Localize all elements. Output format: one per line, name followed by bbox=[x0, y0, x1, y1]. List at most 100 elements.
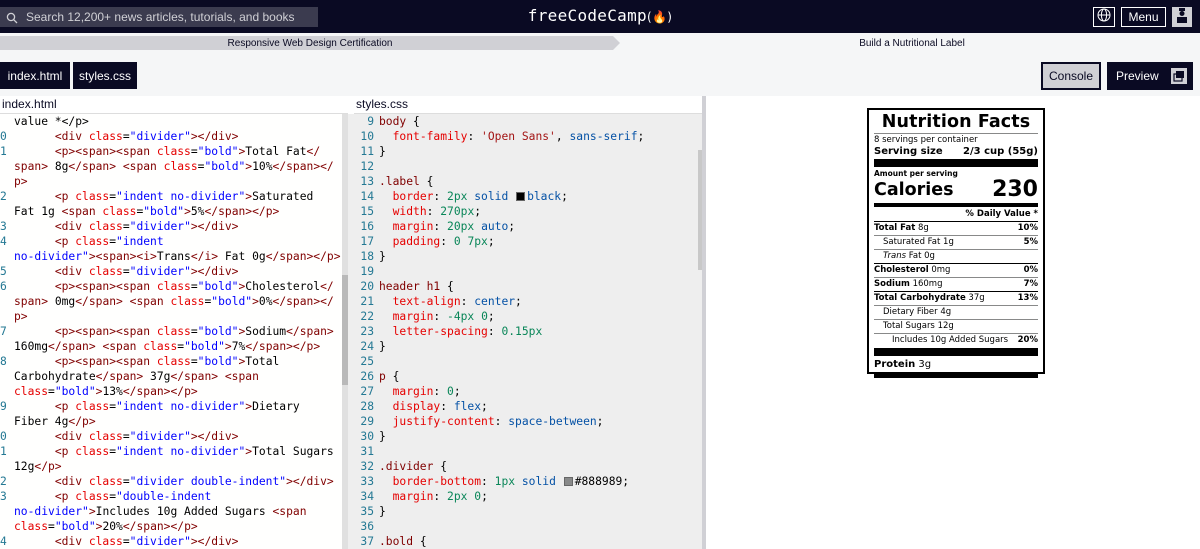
code-text: } bbox=[379, 504, 386, 519]
code-token: "divider" bbox=[129, 430, 191, 443]
line-number: 19 bbox=[360, 265, 374, 278]
code-token: "indent no-divider" bbox=[116, 445, 246, 458]
code-token: 2px bbox=[447, 490, 468, 503]
code-token: font-family bbox=[392, 130, 468, 143]
code-token: Total bbox=[245, 355, 280, 368]
calories-value: 230 bbox=[992, 177, 1038, 202]
label-title: Nutrition Facts bbox=[881, 112, 1031, 132]
line-number: 5 bbox=[0, 265, 7, 278]
code-text: <div class="divider"></div> bbox=[14, 534, 239, 549]
code-token: p bbox=[379, 370, 386, 383]
flame-icon: (🔥) bbox=[646, 10, 673, 24]
line-number: 15 bbox=[360, 205, 374, 218]
html-editor[interactable]: value *</p> 0 <div class="divider"></div>… bbox=[0, 114, 342, 549]
label-thick-bar bbox=[874, 159, 1038, 167]
code-text: } bbox=[379, 249, 386, 264]
color-swatch-icon[interactable] bbox=[563, 477, 573, 486]
line-number: 23 bbox=[360, 325, 374, 338]
code-token: </ bbox=[320, 280, 334, 293]
code-token: class bbox=[75, 445, 110, 458]
code-token: 7px bbox=[467, 235, 488, 248]
popout-icon[interactable] bbox=[1171, 68, 1187, 84]
code-token: 0.15px bbox=[501, 325, 543, 338]
code-token: "bold" bbox=[184, 340, 225, 353]
code-token: Dietary bbox=[252, 400, 300, 413]
line-number: 11 bbox=[360, 145, 374, 158]
code-token: } bbox=[379, 505, 386, 518]
code-token: 2px bbox=[447, 190, 468, 203]
code-token: </span></ bbox=[272, 160, 334, 173]
search-input[interactable]: Search 12,200+ news articles, tutorials,… bbox=[0, 7, 318, 27]
nutrient-bold-label: Sodium bbox=[874, 279, 910, 289]
tab-styles-css[interactable]: styles.css bbox=[73, 62, 137, 89]
console-button[interactable]: Console bbox=[1041, 62, 1101, 90]
code-text: .label { bbox=[379, 174, 433, 189]
code-token: display bbox=[392, 400, 441, 413]
label-divider bbox=[874, 235, 1038, 236]
nutrient-row: Total Sugars 12g bbox=[874, 321, 1038, 332]
code-token: ></div> bbox=[190, 130, 239, 143]
code-text: margin: -4px 0; bbox=[379, 309, 495, 324]
nutrient-amount: 0mg bbox=[928, 265, 951, 275]
breadcrumb: Responsive Web Design Certification Buil… bbox=[0, 33, 1200, 53]
code-token: solid bbox=[474, 190, 509, 203]
line-number: 24 bbox=[360, 340, 374, 353]
line-number: 35 bbox=[360, 505, 374, 518]
code-token: Fat 0g bbox=[218, 250, 266, 263]
code-token: no-divider" bbox=[14, 505, 89, 518]
code-token: </span> bbox=[68, 160, 117, 173]
code-token: margin bbox=[392, 490, 434, 503]
breadcrumb-certification[interactable]: Responsive Web Design Certification bbox=[0, 36, 620, 50]
code-token: 160mg bbox=[14, 340, 49, 353]
code-text: p> bbox=[14, 174, 28, 189]
label-thick-bar bbox=[874, 348, 1038, 356]
code-token: padding bbox=[392, 235, 441, 248]
code-token: Saturated bbox=[252, 190, 314, 203]
nutrient-percent: 13% bbox=[1017, 293, 1038, 303]
avatar[interactable] bbox=[1172, 7, 1192, 27]
code-token: "bold" bbox=[54, 520, 96, 533]
code-text: <p class="indent no-divider">Saturated bbox=[14, 189, 314, 204]
code-token: "bold" bbox=[197, 355, 239, 368]
code-token: <div bbox=[54, 220, 89, 233]
code-text: <p class="indent bbox=[14, 234, 164, 249]
code-token: header h1 bbox=[379, 280, 441, 293]
code-token: : bbox=[440, 400, 454, 413]
code-token: 20% bbox=[102, 520, 123, 533]
code-text: <p class="indent no-divider">Dietary bbox=[14, 399, 300, 414]
language-button[interactable] bbox=[1093, 7, 1115, 27]
code-token: { bbox=[433, 460, 448, 473]
code-token: <div bbox=[54, 265, 89, 278]
menu-button[interactable]: Menu bbox=[1121, 7, 1166, 27]
code-text: span> 0mg</span> <span class="bold">0%</… bbox=[14, 294, 334, 309]
code-token: 12g bbox=[14, 460, 35, 473]
serving-size-value: 2/3 cup (55g) bbox=[963, 146, 1038, 157]
code-text: letter-spacing: 0.15px bbox=[379, 324, 543, 339]
code-text: border: 2px solid black; bbox=[379, 189, 568, 204]
line-number: 31 bbox=[360, 445, 374, 458]
code-token: value *</p> bbox=[14, 115, 89, 128]
code-token: class bbox=[75, 490, 110, 503]
color-swatch-icon[interactable] bbox=[516, 192, 526, 201]
code-text: font-family: 'Open Sans', sans-serif; bbox=[379, 129, 645, 144]
code-token: = bbox=[48, 520, 55, 533]
tab-index-html[interactable]: index.html bbox=[0, 62, 70, 89]
code-token: : bbox=[460, 295, 475, 308]
serving-size-label: Serving size bbox=[874, 146, 943, 157]
code-token: ; bbox=[596, 415, 604, 428]
preview-button[interactable]: Preview bbox=[1107, 62, 1193, 90]
line-number: 3 bbox=[0, 490, 7, 503]
css-editor[interactable]: 9 body {10 font-family: 'Open Sans', sans… bbox=[348, 114, 702, 549]
code-token: ; bbox=[622, 475, 630, 488]
code-token: <div bbox=[54, 535, 89, 548]
code-token: sans-serif bbox=[569, 130, 638, 143]
nutrient-percent: 5% bbox=[1023, 237, 1038, 247]
